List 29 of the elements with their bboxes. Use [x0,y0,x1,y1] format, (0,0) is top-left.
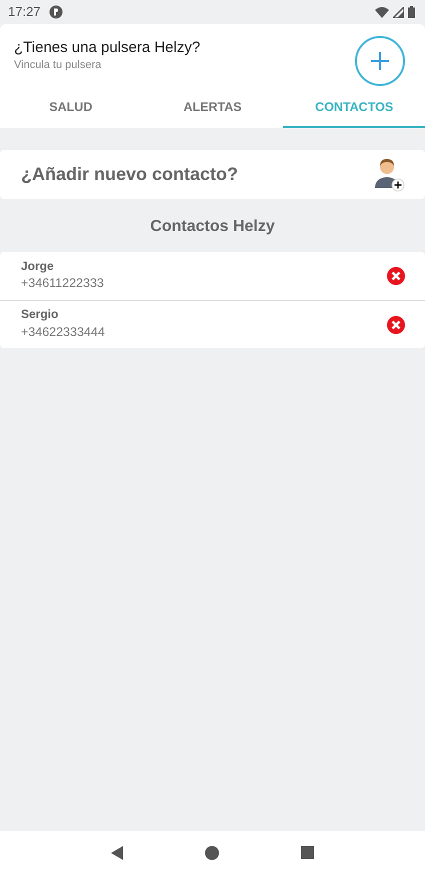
add-contact-card[interactable]: ¿Añadir nuevo contacto? [0,150,425,199]
battery-icon [408,6,415,18]
clock-text: 17:27 [8,3,41,22]
home-button[interactable] [205,846,219,860]
add-contact-label: ¿Añadir nuevo contacto? [21,163,238,186]
delete-button[interactable] [387,267,405,285]
tab[interactable]: SALUD [0,88,142,128]
back-button[interactable] [111,846,123,860]
header-title: ¿Tienes una pulsera Helzy? [14,38,200,57]
contact-name: Jorge [21,258,55,274]
wifi-icon [375,6,389,18]
home-icon [205,846,219,860]
tab[interactable]: CONTACTOS [283,88,425,128]
contact-phone: +34622333444 [21,324,105,341]
section-title: Contactos Helzy [149,217,276,237]
add-person-icon [373,158,405,192]
notification-icon [48,5,63,19]
recents-icon [301,846,314,859]
header-subtitle: Vincula tu pulsera [14,58,102,73]
delete-button[interactable] [387,316,405,334]
back-icon [111,846,123,860]
plus-icon [371,52,389,70]
contact-phone: +34611222333 [21,275,104,292]
contact-name: Sergio [21,307,60,323]
signal-icon [393,6,404,18]
add-bracelet-button[interactable] [355,36,405,86]
tab[interactable]: ALERTAS [142,88,284,128]
close-icon [387,316,405,334]
close-icon [387,267,405,285]
